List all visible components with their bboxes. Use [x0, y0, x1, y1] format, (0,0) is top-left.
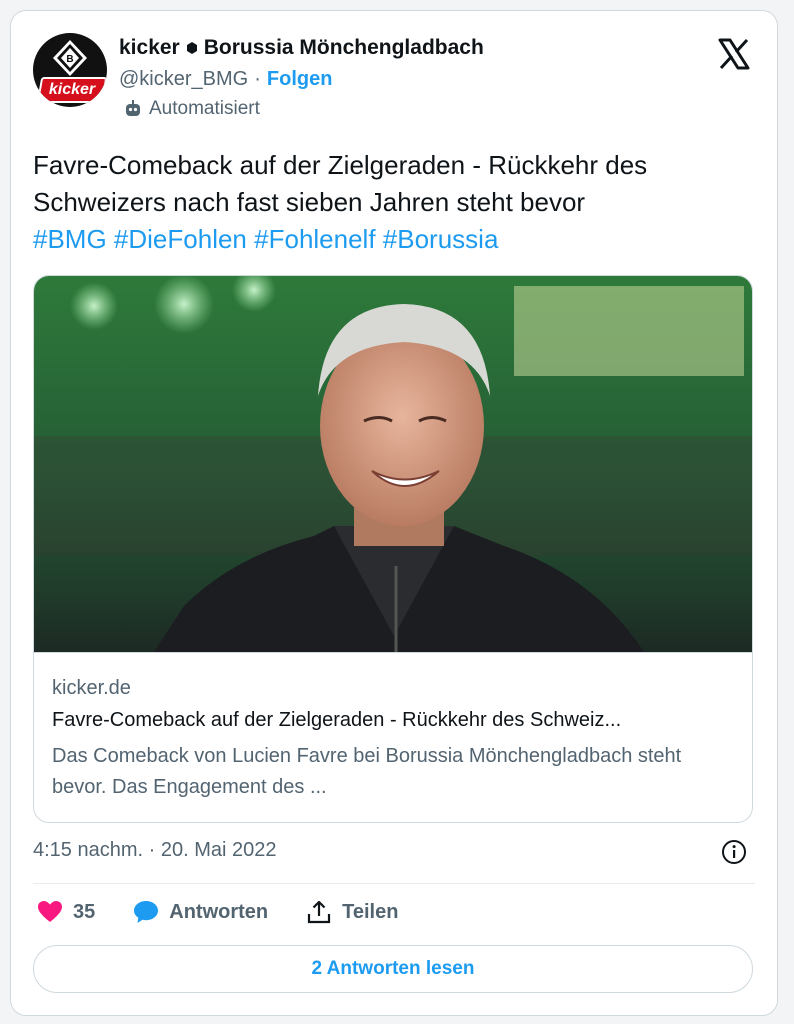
divider	[33, 883, 755, 884]
hexagon-separator-icon	[186, 42, 197, 54]
tweet-embed-card: B kicker kicker Borussia Mönchengladbach…	[10, 10, 778, 1016]
account-handle[interactable]: @kicker_BMG	[119, 68, 248, 91]
link-title: Favre-Comeback auf der Zielgeraden - Rüc…	[52, 709, 622, 731]
robot-icon	[126, 100, 140, 116]
like-count: 35	[73, 900, 96, 923]
like-button[interactable]: 35	[37, 899, 95, 925]
follow-button[interactable]: Folgen	[267, 68, 333, 91]
share-label: Teilen	[342, 900, 399, 923]
account-secondary-name[interactable]: Borussia Mönchengladbach	[204, 36, 484, 60]
reply-label: Antworten	[169, 900, 269, 923]
article-photo[interactable]	[34, 276, 753, 652]
link-preview-card[interactable]: kicker.de Favre-Comeback auf der Zielger…	[33, 275, 753, 823]
share-icon	[308, 900, 331, 924]
tweet-timestamp[interactable]: 4:15 nachm. · 20. Mai 2022	[33, 839, 276, 862]
share-button[interactable]: Teilen	[306, 899, 398, 925]
tweet-body: Favre-Comeback auf der Zielgeraden - Rüc…	[33, 150, 648, 217]
link-description: Das Comeback von Lucien Favre bei Boruss…	[52, 745, 682, 798]
avatar[interactable]: B kicker	[33, 33, 107, 107]
link-domain: kicker.de	[52, 677, 131, 699]
action-bar: 35 Antworten Teilen	[37, 899, 436, 925]
x-logo-icon[interactable]	[717, 37, 751, 71]
automated-label-row: Automatisiert	[123, 98, 260, 120]
hashtag-borussia[interactable]: #Borussia	[383, 224, 499, 254]
hashtag-bmg[interactable]: #BMG	[33, 224, 107, 254]
account-name[interactable]: kicker	[119, 36, 180, 60]
info-icon[interactable]	[721, 839, 747, 865]
hashtag-diefohlen[interactable]: #DieFohlen	[114, 224, 247, 254]
hashtags: #BMG #DieFohlen #Fohlenelf #Borussia	[33, 221, 763, 258]
svg-text:B: B	[66, 54, 73, 65]
read-replies-button[interactable]: 2 Antworten lesen	[33, 945, 753, 993]
link-preview-meta[interactable]: kicker.de Favre-Comeback auf der Zielger…	[34, 652, 752, 822]
borussia-crest-icon: B	[53, 40, 87, 76]
reply-bubble-icon	[134, 901, 159, 923]
reply-button[interactable]: Antworten	[133, 899, 268, 925]
kicker-logo: kicker	[36, 77, 107, 103]
handle-row: @kicker_BMG · Folgen	[119, 68, 332, 91]
automated-label: Automatisiert	[149, 98, 260, 119]
heart-icon	[38, 901, 62, 922]
account-name-row[interactable]: kicker Borussia Mönchengladbach	[119, 33, 484, 63]
tweet-text: Favre-Comeback auf der Zielgeraden - Rüc…	[33, 147, 763, 258]
separator: ·	[254, 68, 261, 90]
hashtag-fohlenelf[interactable]: #Fohlenelf	[254, 224, 375, 254]
